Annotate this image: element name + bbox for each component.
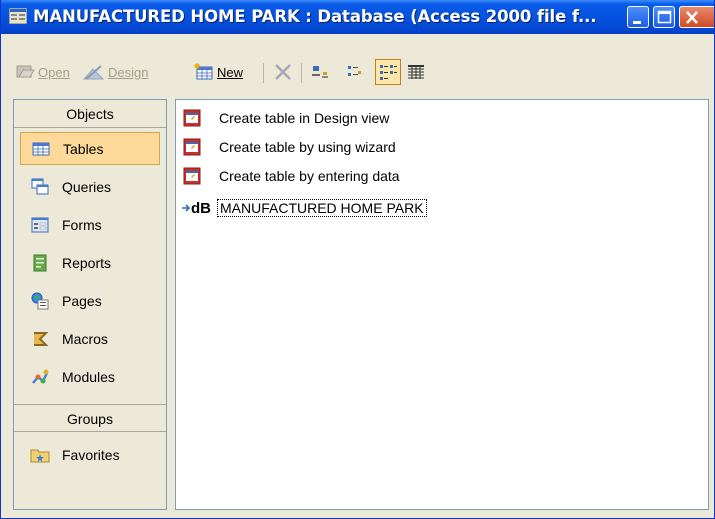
page-icon	[31, 292, 49, 309]
close-button[interactable]	[679, 6, 714, 28]
linked-table-item[interactable]: dB MANUFACTURED HOME PARK	[181, 194, 427, 222]
wizard-icon	[183, 167, 201, 185]
toolbar-separator	[263, 63, 264, 83]
macro-icon	[34, 331, 49, 346]
favorites-folder-icon	[30, 449, 50, 462]
design-icon	[83, 65, 105, 80]
object-item-label: Favorites	[62, 446, 120, 463]
design-label: Design	[108, 64, 149, 80]
small-icons-icon	[348, 66, 361, 76]
close-icon	[686, 11, 698, 24]
list-item-label: Create table by entering data	[219, 168, 400, 184]
list-view-icon	[380, 65, 397, 80]
database-window: MANUFACTURED HOME PARK : Database (Acces…	[0, 0, 715, 519]
object-item-pages[interactable]: Pages	[20, 284, 160, 317]
table-icon	[32, 142, 50, 155]
large-icons-button[interactable]	[311, 59, 333, 85]
maximize-button[interactable]	[653, 6, 675, 28]
list-view-button[interactable]	[375, 59, 401, 85]
details-view-icon	[408, 65, 424, 79]
object-item-tables[interactable]: Tables	[20, 132, 160, 165]
wizard-icon	[183, 138, 201, 156]
object-item-label: Forms	[62, 216, 102, 233]
open-button[interactable]: Open	[15, 59, 70, 85]
minimize-button[interactable]	[627, 6, 649, 28]
new-label: New	[217, 64, 244, 80]
object-item-reports[interactable]: Reports	[20, 246, 160, 279]
new-table-icon	[194, 63, 213, 80]
toolbar-separator	[301, 63, 302, 83]
object-list: Create table in Design view Create table…	[175, 99, 709, 510]
delete-button[interactable]	[273, 59, 293, 85]
object-item-label: Reports	[62, 254, 112, 271]
design-button[interactable]: Design	[83, 59, 148, 85]
link-arrow-icon	[182, 204, 191, 212]
object-item-label: Queries	[62, 178, 112, 195]
module-icon	[32, 369, 49, 384]
object-item-modules[interactable]: Modules	[20, 360, 160, 393]
list-item-label: Create table by using wizard	[219, 139, 396, 155]
objects-header[interactable]: Objects	[14, 100, 166, 128]
minimize-icon	[633, 21, 641, 24]
linked-table-prefix: dB	[191, 199, 211, 217]
wizard-icon	[183, 109, 201, 127]
details-view-button[interactable]	[405, 59, 427, 85]
list-item[interactable]: Create table by entering data	[182, 162, 400, 190]
new-button[interactable]: New	[194, 59, 243, 85]
window-title: MANUFACTURED HOME PARK : Database (Acces…	[33, 7, 597, 26]
delete-icon	[275, 64, 291, 80]
object-item-queries[interactable]: Queries	[20, 170, 160, 203]
group-item-favorites[interactable]: Favorites	[20, 438, 160, 471]
large-icons-icon	[312, 66, 328, 78]
object-item-macros[interactable]: Macros	[20, 322, 160, 355]
linked-table-icon: dB	[181, 200, 211, 217]
database-icon	[9, 8, 27, 24]
object-item-forms[interactable]: Forms	[20, 208, 160, 241]
title-bar[interactable]: MANUFACTURED HOME PARK : Database (Acces…	[1, 0, 714, 34]
report-icon	[33, 254, 47, 271]
objects-bar: Objects Tables Queries Forms Reports Pag…	[13, 99, 167, 510]
list-item-label: Create table in Design view	[219, 110, 390, 126]
object-item-label: Modules	[62, 368, 115, 385]
object-item-label: Pages	[62, 292, 102, 309]
object-item-label: Tables	[63, 140, 104, 157]
maximize-icon	[657, 10, 672, 24]
form-icon	[31, 217, 49, 232]
groups-header[interactable]: Groups	[14, 404, 166, 432]
query-icon	[31, 178, 49, 194]
small-icons-button[interactable]	[346, 59, 368, 85]
list-item[interactable]: Create table by using wizard	[182, 133, 396, 161]
open-label: Open	[38, 64, 70, 80]
list-item[interactable]: Create table in Design view	[182, 104, 389, 132]
open-icon	[16, 65, 35, 78]
object-item-label: Macros	[62, 330, 108, 347]
list-item-label: MANUFACTURED HOME PARK	[217, 199, 427, 217]
